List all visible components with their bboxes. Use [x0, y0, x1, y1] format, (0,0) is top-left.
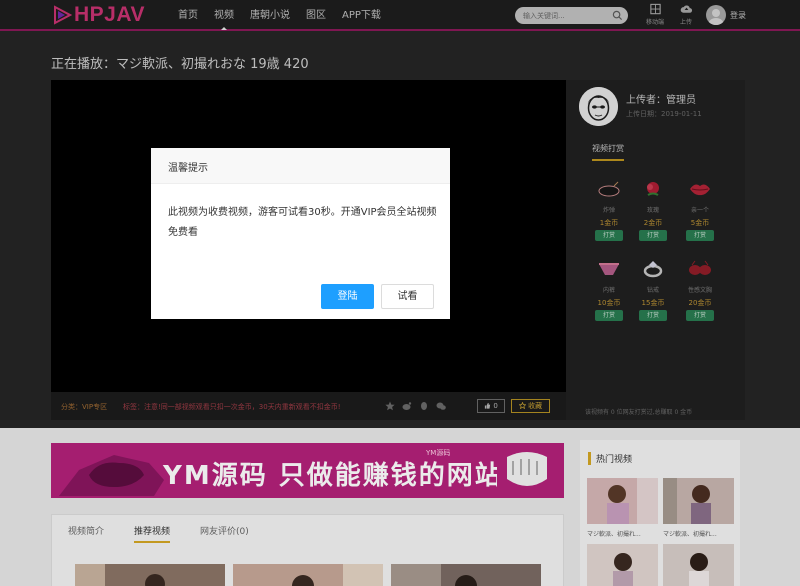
page-dim-overlay [0, 428, 800, 586]
try-watch-button[interactable]: 试看 [381, 284, 434, 309]
dialog-header: 温馨提示 [151, 148, 450, 184]
notice-dialog: 温馨提示 此视频为收费视频，游客可试看30秒。开通VIP会员全站视频免费看 登陆… [151, 148, 450, 319]
dialog-message: 此视频为收费视频，游客可试看30秒。开通VIP会员全站视频免费看 [168, 207, 437, 238]
dialog-title: 温馨提示 [168, 163, 208, 174]
login-button[interactable]: 登陆 [321, 284, 374, 309]
